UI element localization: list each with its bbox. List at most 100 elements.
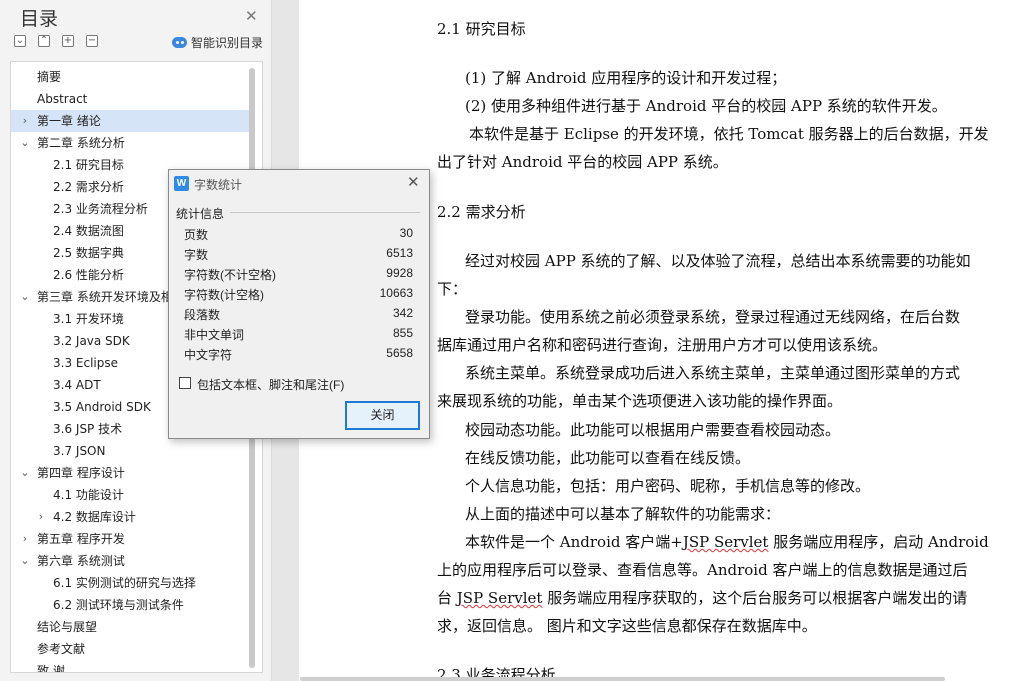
toc-item-label: 2.3 业务流程分析 [53, 202, 148, 216]
chevron-right-icon[interactable]: › [35, 506, 47, 528]
stat-value: 855 [392, 326, 413, 340]
include-textbox-checkbox[interactable] [179, 377, 191, 389]
toc-item-label: 3.3 Eclipse [53, 356, 118, 370]
close-icon[interactable]: ✕ [407, 173, 420, 191]
toc-item-label: 3.7 JSON [53, 444, 106, 458]
chevron-down-icon[interactable]: ⌄ [19, 462, 31, 484]
remove-icon[interactable]: − [86, 35, 98, 47]
toc-item-label: 摘要 [37, 70, 62, 84]
doc-line: 本软件是基于 Eclipse 的开发环境，依托 Tomcat 服务器上的后台数据… [469, 125, 989, 143]
toc-item-label: 2.5 数据字典 [53, 246, 124, 260]
add-icon[interactable]: + [62, 35, 74, 47]
smart-toc-label: 智能识别目录 [191, 36, 264, 50]
close-button[interactable]: 关闭 [345, 401, 420, 430]
toc-item[interactable]: 结论与展望 [11, 616, 249, 638]
toc-item-label: 2.6 性能分析 [53, 268, 124, 282]
toc-item-label: 第一章 绪论 [37, 114, 101, 128]
toc-item[interactable]: ⌄ 第二章 系统分析 [11, 132, 249, 154]
doc-line: 在线反馈功能，此功能可以查看在线反馈。 [465, 449, 751, 467]
doc-line: 个人信息功能，包括：用户密码、昵称，手机信息等的修改。 [465, 477, 871, 495]
word-count-dialog: W 字数统计 ✕ 统计信息 页数 30 字数 6513 字符数(不计空格) 9928 字符数… [168, 169, 430, 439]
stat-row: 字符数(不计空格) 9928 [184, 266, 413, 286]
toc-item[interactable]: ⌄ 第四章 程序设计 [11, 462, 249, 484]
toc-item-label: 3.4 ADT [53, 378, 101, 392]
doc-line: 下： [437, 280, 468, 298]
stat-label: 字符数(计空格) [184, 288, 264, 302]
toc-item-label: 致 谢 [37, 664, 65, 673]
stat-label: 段落数 [184, 308, 221, 322]
doc-line: 出了针对 Android 平台的校园 APP 系统。 [437, 153, 728, 171]
stat-row: 非中文单词 855 [184, 326, 413, 346]
toc-item[interactable]: 6.2 测试环境与测试条件 [11, 594, 249, 616]
toc-item-label: 第四章 程序设计 [37, 466, 125, 480]
stat-label: 中文字符 [184, 348, 233, 362]
stat-value: 9928 [386, 266, 413, 280]
toc-title: 目录 [20, 8, 59, 30]
smart-toc-button[interactable]: 智能识别目录 [172, 34, 263, 51]
stat-row: 段落数 342 [184, 306, 413, 326]
chevron-down-icon[interactable]: ⌄ [19, 286, 31, 308]
stat-label: 非中文单词 [184, 328, 245, 342]
chevron-right-icon[interactable]: › [19, 528, 31, 550]
toc-item[interactable]: 摘要 [11, 66, 249, 88]
stat-value: 6513 [386, 246, 413, 260]
divider [230, 212, 420, 213]
stat-value: 30 [399, 226, 413, 240]
chevron-right-icon[interactable]: › [19, 110, 31, 132]
toc-item[interactable]: Abstract [11, 88, 249, 110]
stat-label: 字符数(不计空格) [184, 268, 276, 282]
toc-item[interactable]: 致 谢 [11, 660, 249, 673]
stat-row: 字数 6513 [184, 246, 413, 266]
toc-item-label: 2.2 需求分析 [53, 180, 124, 194]
doc-line: 求，返回信息。 图片和文字这些信息都保存在数据库中。 [437, 617, 817, 635]
toc-item[interactable]: 4.1 功能设计 [11, 484, 249, 506]
close-icon[interactable]: ✕ [245, 7, 258, 25]
dialog-title: 字数统计 [194, 178, 243, 192]
toc-item[interactable]: › 4.2 数据库设计 [11, 506, 249, 528]
toc-item[interactable]: › 第五章 程序开发 [11, 528, 249, 550]
stat-row: 页数 30 [184, 226, 413, 246]
collapse-all-icon[interactable]: ⌄ [14, 35, 26, 47]
toc-item-label: 3.1 开发环境 [53, 312, 124, 326]
toc-item-label: 结论与展望 [37, 620, 98, 634]
section-title: 统计信息 [176, 207, 225, 221]
toc-item-label: 3.2 Java SDK [53, 334, 130, 348]
doc-line: 台 JSP Servlet 服务端应用程序获取的，这个后台服务可以根据客户端发出… [437, 589, 968, 607]
toc-item-label: 2.1 研究目标 [53, 158, 124, 172]
stat-label: 字数 [184, 248, 209, 262]
toc-item-label: 3.5 Android SDK [53, 400, 151, 414]
toc-item-label: Abstract [37, 92, 88, 106]
robot-icon [172, 37, 187, 48]
expand-all-icon[interactable]: ⌃ [38, 35, 50, 47]
stat-row: 字符数(计空格) 10663 [184, 286, 413, 306]
chevron-down-icon[interactable]: ⌄ [19, 550, 31, 572]
doc-line: 登录功能。使用系统之前必须登录系统，登录过程通过无线网络，在后台数 [465, 308, 961, 326]
toc-item[interactable]: 参考文献 [11, 638, 249, 660]
toc-item-label: 4.2 数据库设计 [53, 510, 136, 524]
doc-line: 从上面的描述中可以基本了解软件的功能需求： [465, 505, 781, 523]
toc-item[interactable]: ⌄ 第六章 系统测试 [11, 550, 249, 572]
stat-label: 页数 [184, 228, 209, 242]
stat-row: 中文字符 5658 [184, 346, 413, 366]
doc-line: (2) 使用多种组件进行基于 Android 平台的校园 APP 系统的软件开发… [465, 97, 947, 115]
checkbox-label[interactable]: 包括文本框、脚注和尾注(F) [197, 376, 344, 393]
toc-item-label: 2.4 数据流图 [53, 224, 124, 238]
doc-line: 系统主菜单。系统登录成功后进入系统主菜单，主菜单通过图形菜单的方式 [465, 364, 961, 382]
toc-item[interactable]: 3.7 JSON [11, 440, 249, 462]
toc-item-label: 4.1 功能设计 [53, 488, 124, 502]
doc-line: 校园动态功能。此功能可以根据用户需要查看校园动态。 [465, 421, 841, 439]
toc-item[interactable]: › 第一章 绪论 [11, 110, 249, 132]
toc-item[interactable]: 6.1 实例测试的研究与选择 [11, 572, 249, 594]
toc-item-label: 6.1 实例测试的研究与选择 [53, 576, 196, 590]
doc-line: 据库通过用户名称和密码进行查询，注册用户方才可以使用该系统。 [437, 336, 888, 354]
toc-item-label: 第五章 程序开发 [37, 532, 125, 546]
stat-value: 10663 [379, 286, 413, 300]
chevron-down-icon[interactable]: ⌄ [19, 132, 31, 154]
horizontal-scrollbar[interactable] [300, 677, 945, 681]
toc-item-label: 第二章 系统分析 [37, 136, 125, 150]
doc-line: 上的应用程序后可以登录、查看信息等。Android 客户端上的信息数据是通过后 [437, 561, 968, 579]
toc-item-label: 6.2 测试环境与测试条件 [53, 598, 184, 612]
heading-2-2: 2.2 需求分析 [437, 203, 526, 221]
doc-line: (1) 了解 Android 应用程序的设计和开发过程； [465, 69, 787, 87]
stat-value: 5658 [386, 346, 413, 360]
